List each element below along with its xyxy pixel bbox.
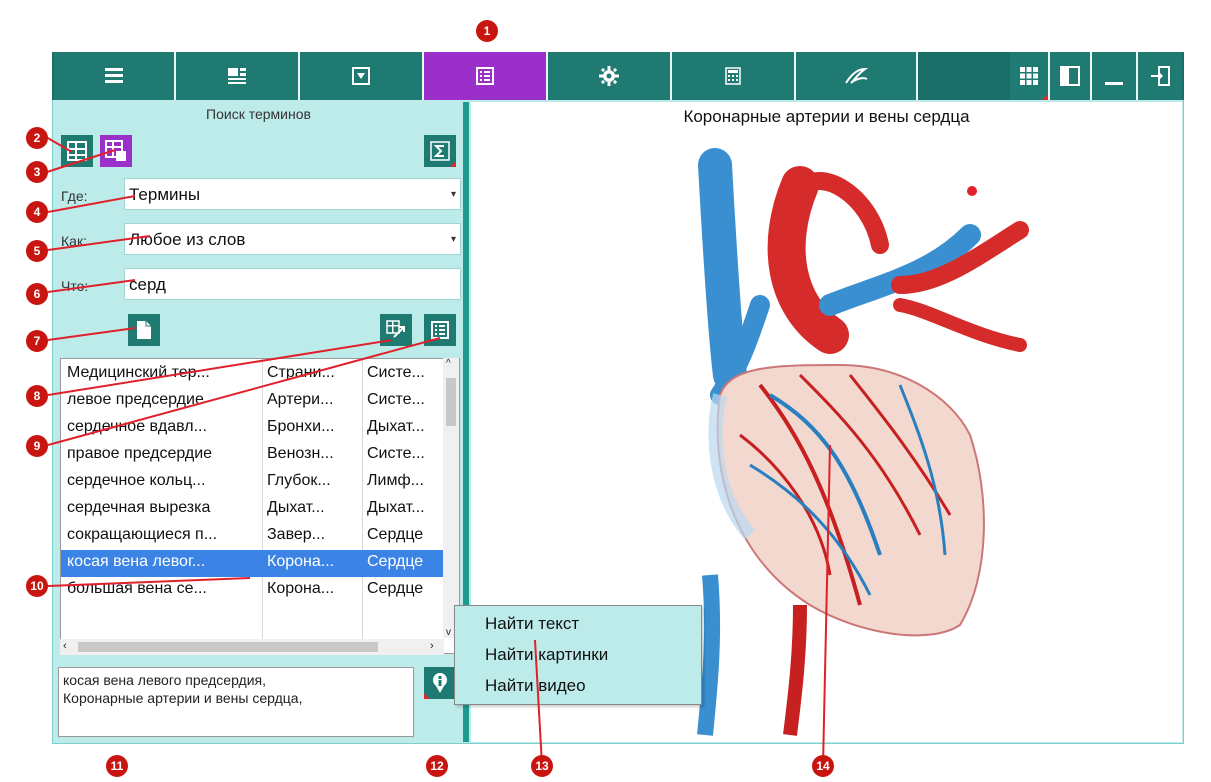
callout-marker: 5: [26, 240, 48, 262]
callout-marker: 3: [26, 161, 48, 183]
callout-marker: 11: [106, 755, 128, 777]
callout-marker: 9: [26, 435, 48, 457]
callout-lines: [45, 136, 831, 766]
callout-marker: 2: [26, 127, 48, 149]
callout-marker: 8: [26, 385, 48, 407]
callout-marker: 13: [531, 755, 553, 777]
callout-marker: 7: [26, 330, 48, 352]
callout-marker: 6: [26, 283, 48, 305]
callout-marker: 4: [26, 201, 48, 223]
callout-marker: 14: [812, 755, 834, 777]
callout-marker: 10: [26, 575, 48, 597]
callout-marker: 1: [476, 20, 498, 42]
callout-marker: 12: [426, 755, 448, 777]
